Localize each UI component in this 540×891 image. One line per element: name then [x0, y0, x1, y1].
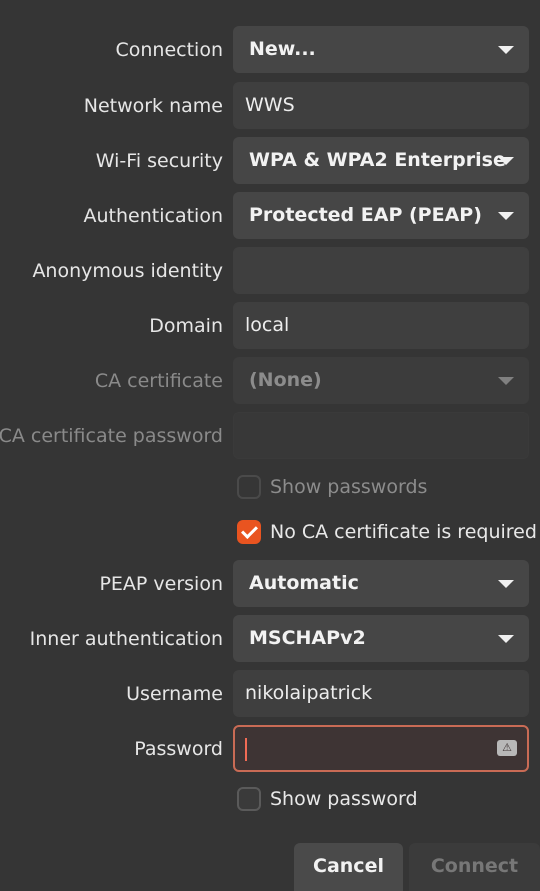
ca-certificate-password-row: CA certificate password [0, 412, 540, 460]
connect-button: Connect [409, 843, 540, 891]
show-passwords-row: Show passwords [0, 472, 540, 506]
chevron-down-icon [498, 157, 514, 165]
connection-value: New... [249, 38, 316, 60]
password-row: Password ⚠ [0, 725, 540, 773]
network-name-row: Network name WWS [0, 82, 540, 130]
ca-certificate-row: CA certificate (None) [0, 357, 540, 405]
chevron-down-icon [498, 46, 514, 54]
anonymous-identity-row: Anonymous identity [0, 247, 540, 295]
username-row: Username nikolaipatrick [0, 670, 540, 718]
show-passwords-checkbox [237, 475, 261, 499]
username-value: nikolaipatrick [245, 682, 373, 704]
chevron-down-icon [498, 635, 514, 643]
connection-row: Connection New... [0, 26, 540, 74]
peap-version-row: PEAP version Automatic [0, 560, 540, 608]
password-storage-icon[interactable]: ⚠ [497, 740, 517, 756]
domain-input[interactable]: local [233, 302, 529, 349]
network-name-value: WWS [245, 94, 295, 116]
wifi-security-row: Wi-Fi security WPA & WPA2 Enterprise [0, 137, 540, 185]
show-password-row: Show password [0, 784, 540, 818]
network-name-input[interactable]: WWS [233, 82, 529, 129]
domain-row: Domain local [0, 302, 540, 350]
wifi-security-value: WPA & WPA2 Enterprise [249, 149, 506, 171]
show-password-label[interactable]: Show password [270, 784, 418, 814]
ca-certificate-value: (None) [249, 369, 322, 391]
ca-certificate-password-label: CA certificate password [0, 425, 223, 447]
connection-dropdown[interactable]: New... [233, 26, 529, 73]
text-cursor [245, 738, 247, 761]
show-password-checkbox[interactable] [237, 787, 261, 811]
authentication-dropdown[interactable]: Protected EAP (PEAP) [233, 192, 529, 239]
no-ca-required-label[interactable]: No CA certificate is required [270, 517, 537, 547]
authentication-row: Authentication Protected EAP (PEAP) [0, 192, 540, 240]
anonymous-identity-label: Anonymous identity [32, 260, 223, 282]
chevron-down-icon [498, 580, 514, 588]
cancel-button[interactable]: Cancel [294, 843, 403, 891]
show-passwords-label: Show passwords [270, 476, 428, 498]
authentication-label: Authentication [83, 205, 223, 227]
username-input[interactable]: nikolaipatrick [233, 670, 529, 717]
connection-label: Connection [115, 39, 223, 61]
password-input[interactable]: ⚠ [233, 725, 529, 772]
password-label: Password [134, 738, 223, 760]
ca-certificate-password-input [233, 412, 529, 459]
wifi-security-dropdown[interactable]: WPA & WPA2 Enterprise [233, 137, 529, 184]
network-name-label: Network name [83, 95, 223, 117]
chevron-down-icon [498, 212, 514, 220]
anonymous-identity-input[interactable] [233, 247, 529, 294]
ca-certificate-label: CA certificate [94, 370, 223, 392]
inner-authentication-dropdown[interactable]: MSCHAPv2 [233, 615, 529, 662]
no-ca-required-row: No CA certificate is required [0, 517, 540, 551]
peap-version-dropdown[interactable]: Automatic [233, 560, 529, 607]
username-label: Username [126, 683, 223, 705]
ca-certificate-dropdown: (None) [233, 357, 529, 404]
inner-authentication-label: Inner authentication [29, 628, 223, 650]
peap-version-value: Automatic [249, 572, 359, 594]
wifi-security-label: Wi-Fi security [95, 150, 223, 172]
inner-authentication-value: MSCHAPv2 [249, 627, 366, 649]
no-ca-required-checkbox[interactable] [237, 520, 261, 544]
authentication-value: Protected EAP (PEAP) [249, 204, 482, 226]
peap-version-label: PEAP version [99, 573, 223, 595]
chevron-down-icon [498, 377, 514, 385]
domain-value: local [245, 314, 290, 336]
domain-label: Domain [149, 315, 223, 337]
inner-authentication-row: Inner authentication MSCHAPv2 [0, 615, 540, 663]
